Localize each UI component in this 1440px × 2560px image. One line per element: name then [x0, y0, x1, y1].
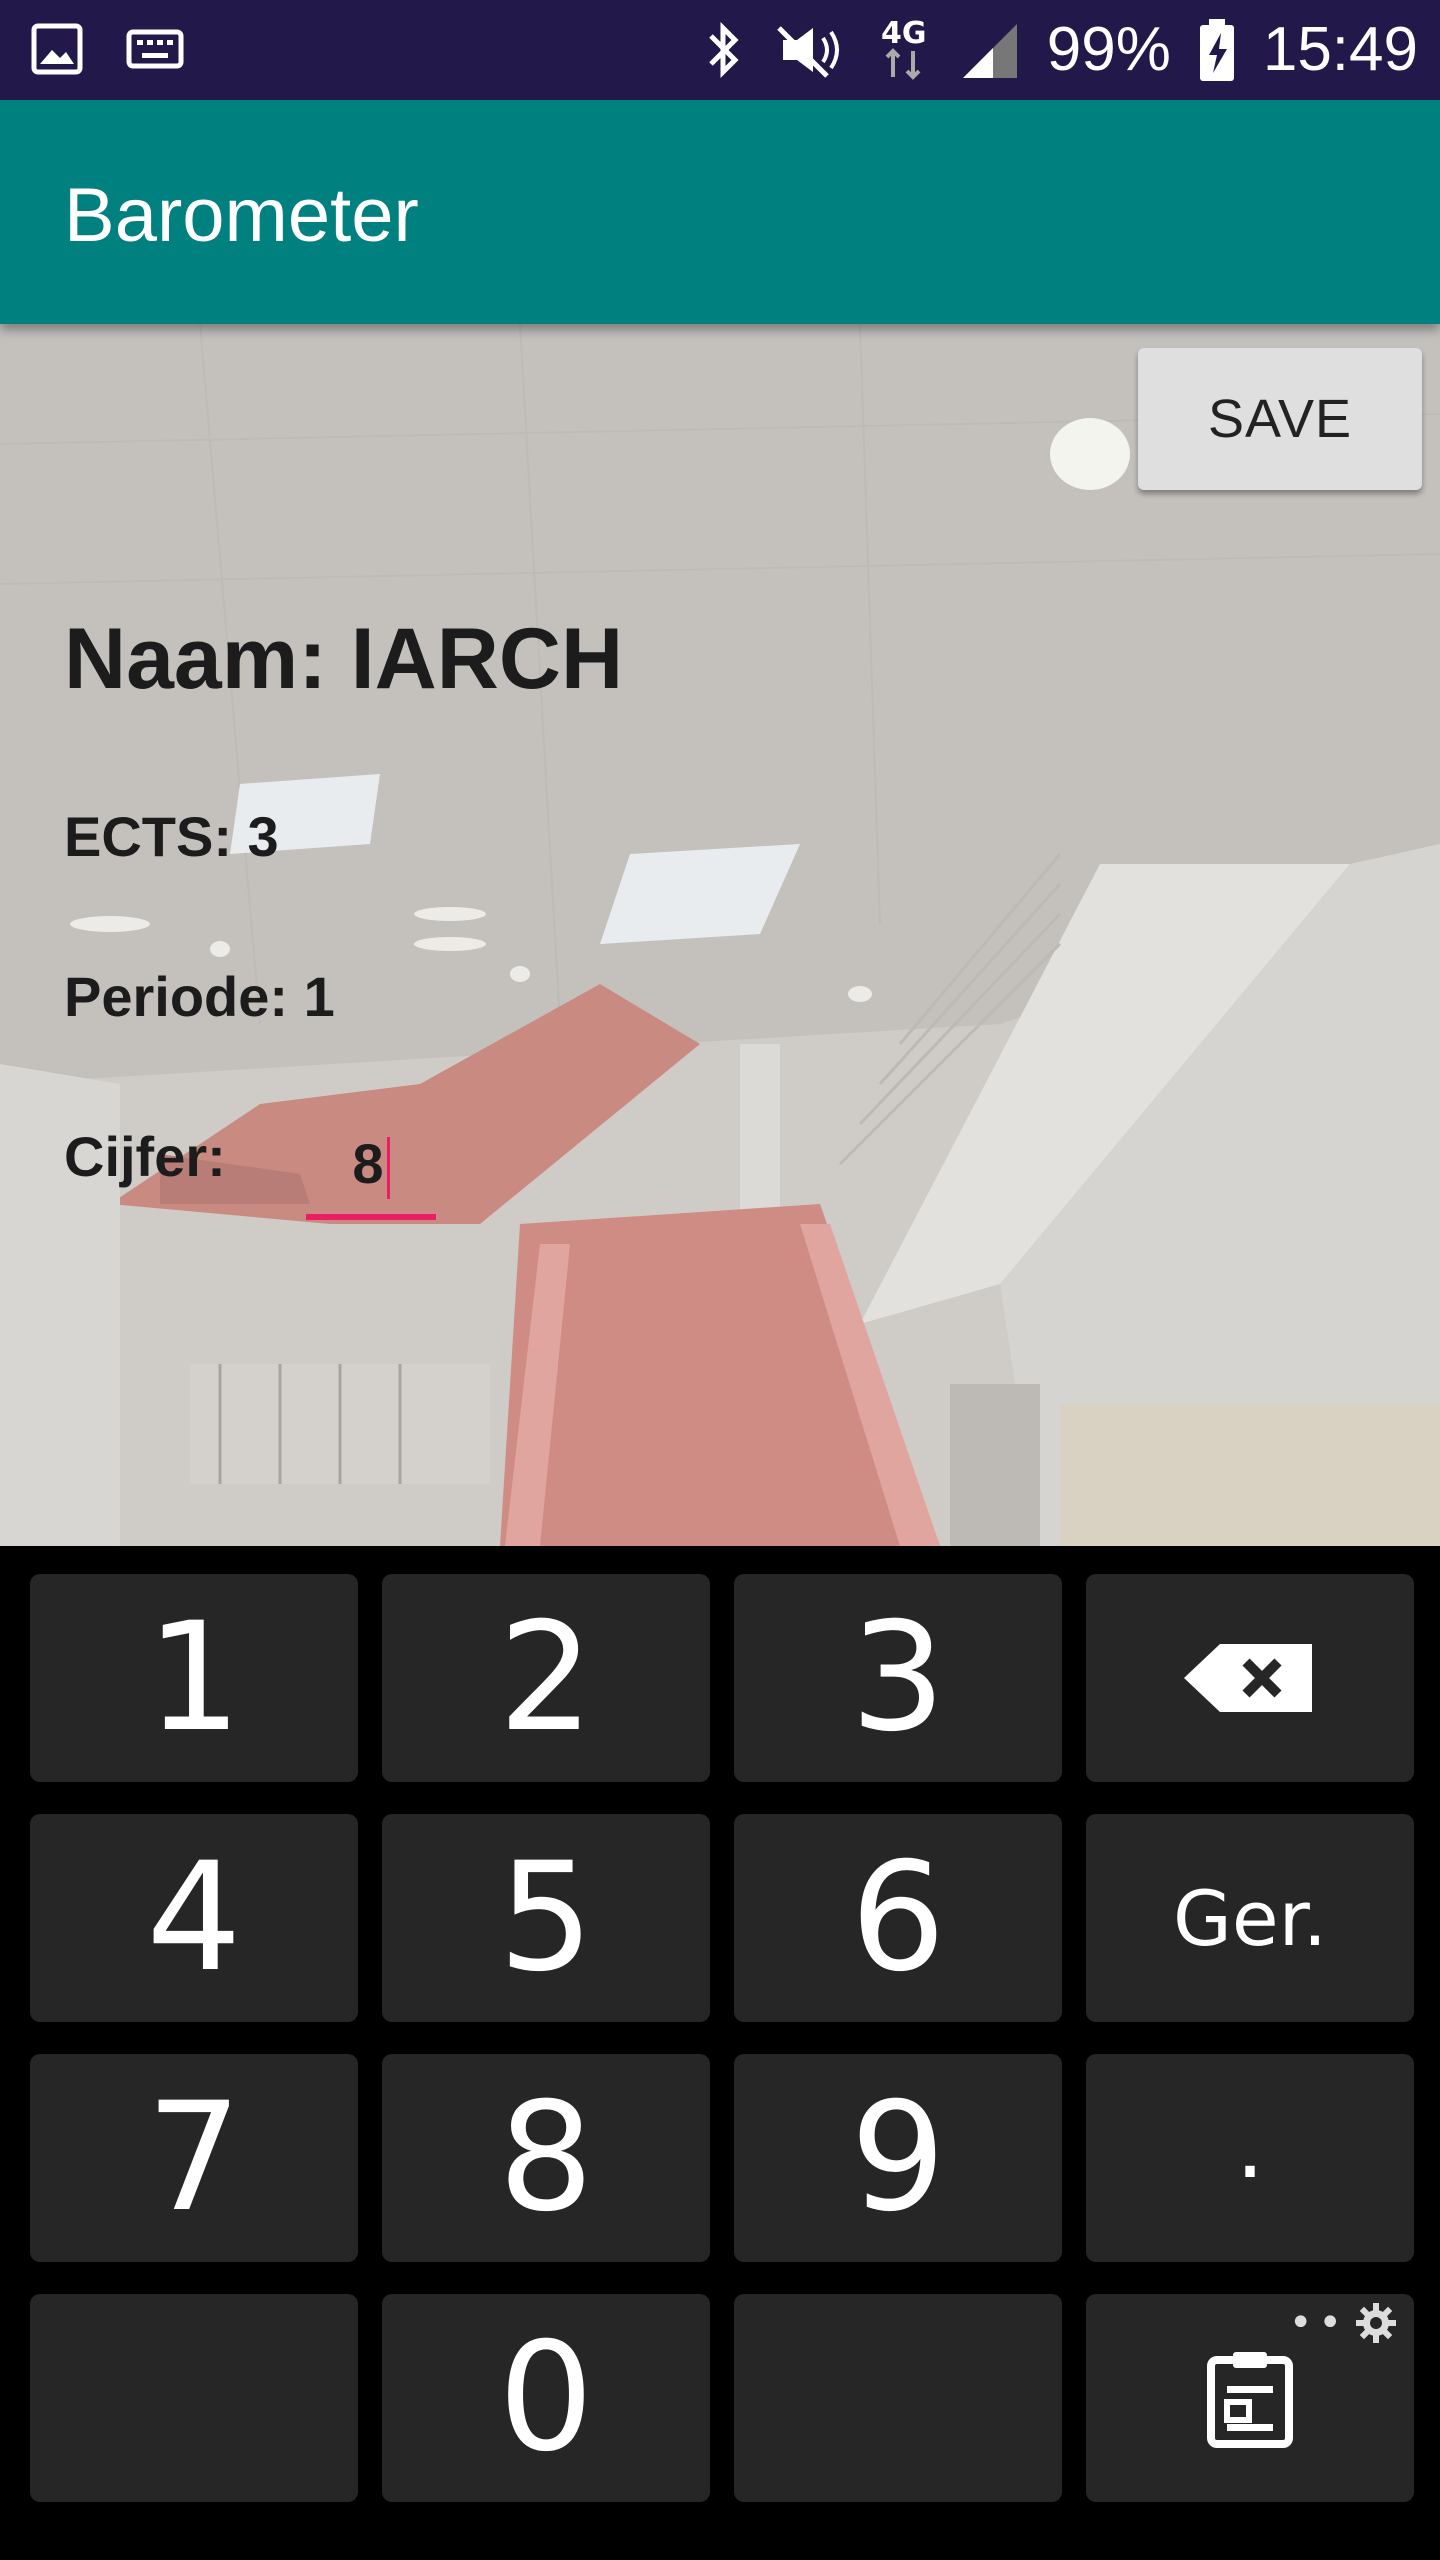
key-empty-left — [30, 2294, 358, 2502]
keyboard-settings[interactable]: •• — [1289, 2300, 1398, 2346]
periode-label: Periode: 1 — [64, 965, 335, 1028]
gallery-icon — [31, 23, 83, 75]
text-cursor — [386, 1137, 390, 1200]
more-dots-icon: •• — [1288, 2300, 1348, 2346]
key-8[interactable]: 8 — [382, 2054, 710, 2262]
signal-icon — [962, 24, 1017, 78]
backspace-icon — [1184, 1644, 1312, 1712]
key-empty-right — [734, 2294, 1062, 2502]
numeric-keyboard: 1 2 3 4 5 6 Ger. 7 8 9 . 0 •• — [0, 1546, 1440, 2560]
key-9[interactable]: 9 — [734, 2054, 1062, 2262]
app-bar: Barometer — [0, 100, 1440, 324]
key-done[interactable]: Ger. — [1086, 1814, 1414, 2022]
clock: 15:49 — [1262, 15, 1418, 84]
cijfer-input[interactable]: 8 — [306, 1114, 436, 1220]
svg-text:4G: 4G — [881, 16, 927, 51]
cijfer-label: Cijfer: — [64, 1125, 226, 1188]
key-7[interactable]: 7 — [30, 2054, 358, 2262]
gear-icon — [1356, 2303, 1396, 2343]
app-title: Barometer — [64, 173, 419, 258]
clipboard-icon — [1207, 2352, 1293, 2448]
key-period[interactable]: . — [1086, 2054, 1414, 2262]
network-4g-icon: 4G — [881, 16, 927, 80]
keyboard-icon — [126, 29, 184, 69]
key-clipboard[interactable]: •• — [1086, 2294, 1414, 2502]
key-0[interactable]: 0 — [382, 2294, 710, 2502]
key-6[interactable]: 6 — [734, 1814, 1062, 2022]
mute-icon — [776, 26, 839, 78]
battery-percent: 99% — [1046, 15, 1171, 84]
key-backspace[interactable] — [1086, 1574, 1414, 1782]
key-3[interactable]: 3 — [734, 1574, 1062, 1782]
bluetooth-icon — [708, 21, 739, 79]
key-1[interactable]: 1 — [30, 1574, 358, 1782]
naam-label: Naam: IARCH — [64, 611, 624, 707]
ects-label: ECTS: 3 — [64, 805, 279, 868]
save-button[interactable]: SAVE — [1138, 348, 1422, 490]
background-photo — [0, 324, 1440, 1546]
status-bar: 4G 99% 15:49 — [0, 0, 1440, 100]
cijfer-value: 8 — [352, 1132, 384, 1195]
content-area: SAVE Naam: IARCH ECTS: 3 Periode: 1 Cijf… — [0, 324, 1440, 1546]
battery-charging-icon — [1199, 19, 1234, 81]
key-5[interactable]: 5 — [382, 1814, 710, 2022]
key-2[interactable]: 2 — [382, 1574, 710, 1782]
key-4[interactable]: 4 — [30, 1814, 358, 2022]
